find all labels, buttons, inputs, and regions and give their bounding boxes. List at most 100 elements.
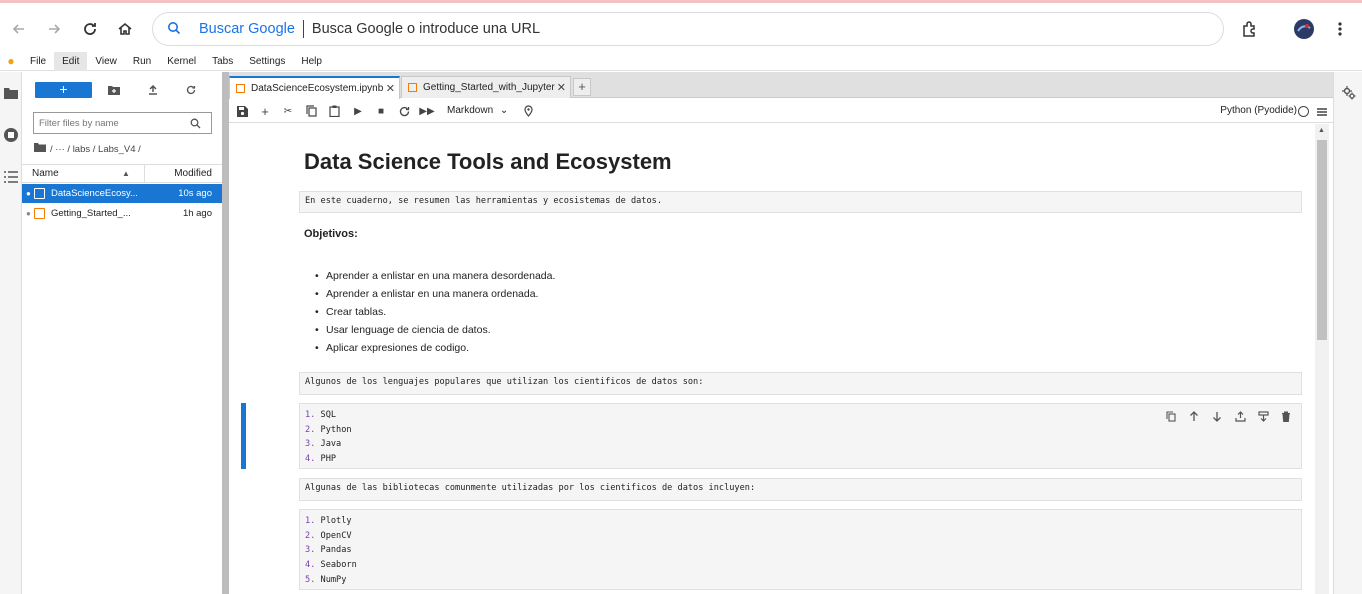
extensions-icon[interactable] (1237, 16, 1263, 42)
jupyter-menubar: ● File Edit View Run Kernel Tabs Setting… (0, 51, 1362, 71)
run-icon[interactable]: ▶ (350, 103, 366, 119)
notebook-icon (236, 84, 245, 93)
address-bar[interactable]: Buscar Google Busca Google o introduce u… (152, 12, 1224, 46)
markdown-cell-languages-intro[interactable]: Algunos de los lenguajes populares que u… (299, 372, 1302, 395)
restart-icon[interactable] (396, 103, 412, 119)
menu-edit[interactable]: Edit (54, 51, 88, 71)
running-kernels-icon[interactable] (2, 126, 20, 144)
delete-cell-icon[interactable] (1278, 408, 1294, 424)
list-item: Crear tablas. (315, 306, 555, 324)
folder-icon[interactable] (2, 84, 20, 102)
scroll-up-icon[interactable]: ▲ (1318, 127, 1325, 134)
menu-tabs[interactable]: Tabs (204, 52, 241, 71)
file-name: Getting_Started_... (51, 208, 131, 219)
cell-type-value: Markdown (447, 105, 494, 116)
filter-files-field[interactable] (33, 112, 212, 134)
menu-kernel[interactable]: Kernel (159, 52, 204, 71)
close-icon[interactable]: ✕ (554, 81, 566, 94)
main-dock-area: DataScienceEcosystem.ipynb ✕ Getting_Sta… (229, 72, 1333, 594)
paste-icon[interactable] (326, 103, 342, 119)
search-icon (190, 117, 201, 132)
document-tabbar: DataScienceEcosystem.ipynb ✕ Getting_Sta… (229, 72, 1333, 99)
upload-icon[interactable] (145, 82, 161, 98)
notebook-icon (34, 208, 45, 219)
right-sidebar (1333, 72, 1362, 594)
cell-toolbar (1163, 408, 1294, 424)
column-name-header[interactable]: Name (32, 168, 59, 179)
duplicate-cell-icon[interactable] (1163, 408, 1179, 424)
menu-icon[interactable] (1317, 105, 1327, 116)
filter-files-input[interactable] (39, 117, 189, 129)
chevron-down-icon: ⌄ (499, 105, 509, 116)
panel-splitter[interactable] (222, 72, 229, 594)
menu-run[interactable]: Run (125, 52, 159, 71)
refresh-icon[interactable] (183, 82, 199, 98)
cut-icon[interactable]: ✂ (280, 103, 296, 119)
move-up-icon[interactable] (1186, 408, 1202, 424)
file-row[interactable]: ● DataScienceEcosy... 10s ago (22, 184, 222, 203)
new-folder-icon[interactable] (106, 82, 122, 98)
insert-above-icon[interactable] (1232, 408, 1248, 424)
list-item: Aprender a enlistar en una manera ordena… (315, 288, 555, 306)
column-modified-header[interactable]: Modified (174, 168, 212, 179)
objectives-heading: Objetivos: (304, 228, 358, 240)
forward-icon[interactable] (40, 15, 68, 43)
markdown-cell-languages[interactable]: 1. SQL 2. Python 3. Java 4. PHP (299, 403, 1302, 469)
save-icon[interactable] (234, 103, 250, 119)
tab-getting-started[interactable]: Getting_Started_with_Jupyter ✕ (401, 76, 571, 98)
list-item: 4. Seaborn (305, 560, 357, 571)
stop-icon[interactable]: ■ (373, 103, 389, 119)
scroll-thumb[interactable] (1317, 140, 1327, 340)
toc-icon[interactable] (2, 168, 20, 186)
omnibox-placeholder: Busca Google o introduce una URL (311, 21, 541, 37)
tab-datascienceecosystem[interactable]: DataScienceEcosystem.ipynb ✕ (229, 76, 400, 99)
back-icon[interactable] (5, 15, 33, 43)
markdown-cell-libraries[interactable]: 1. Plotly 2. OpenCV 3. Pandas 4. Seaborn… (299, 509, 1302, 590)
file-browser-panel: + / ··· / labs / Labs_V4 / Name ▲ Modifi… (22, 72, 222, 594)
folder-icon[interactable] (34, 143, 46, 155)
active-cell-indicator (241, 403, 246, 469)
tab-label: Getting_Started_with_Jupyter (423, 82, 555, 93)
file-row[interactable]: ● Getting_Started_... 1h ago (22, 204, 222, 223)
list-item: 3. Pandas (305, 545, 352, 556)
intro-text: En este cuaderno, se resumen las herrami… (305, 196, 662, 206)
notebook-body: Data Science Tools and Ecosystem En este… (229, 124, 1333, 594)
markdown-cell-intro[interactable]: En este cuaderno, se resumen las herrami… (299, 191, 1302, 213)
property-inspector-icon[interactable] (1342, 86, 1356, 103)
file-list-header: Name ▲ Modified (22, 164, 222, 183)
reload-icon[interactable] (76, 15, 104, 43)
close-icon[interactable]: ✕ (386, 82, 395, 95)
bug-debugger-icon[interactable] (520, 103, 536, 119)
list-item: 2. Python (305, 424, 352, 435)
notebook-scrollbar[interactable]: ▲ (1315, 124, 1329, 594)
file-modified: 1h ago (182, 208, 212, 219)
cell-type-select[interactable]: Markdown ⌄ (447, 103, 508, 119)
running-dot-icon: ● (26, 189, 31, 198)
column-divider (144, 165, 145, 183)
run-all-icon[interactable]: ▶▶ (419, 103, 435, 119)
menu-settings[interactable]: Settings (241, 52, 293, 71)
add-tab-button[interactable]: + (573, 78, 591, 96)
notebook-toolbar: + ✂ ▶ ■ ▶▶ Markdown ⌄ Python (Pyodide) (229, 99, 1333, 123)
file-browser-toolbar: + (22, 78, 222, 102)
kernel-name[interactable]: Python (Pyodide) (1220, 103, 1297, 119)
file-modified: 10s ago (178, 188, 212, 199)
copy-icon[interactable] (303, 103, 319, 119)
insert-below-icon[interactable] (1255, 408, 1271, 424)
add-cell-icon[interactable]: + (257, 103, 273, 119)
notebook-title: Data Science Tools and Ecosystem (304, 149, 672, 174)
new-launcher-button[interactable]: + (35, 82, 92, 98)
markdown-cell-libraries-intro[interactable]: Algunas de las bibliotecas comunmente ut… (299, 478, 1302, 501)
menu-help[interactable]: Help (293, 52, 330, 71)
profile-avatar[interactable] (1291, 16, 1317, 42)
list-item: 3. Java (305, 439, 342, 450)
list-item: 2. OpenCV (305, 530, 352, 541)
more-vert-icon[interactable] (1327, 16, 1353, 42)
move-down-icon[interactable] (1209, 408, 1225, 424)
home-icon[interactable] (111, 15, 139, 43)
menu-file[interactable]: File (22, 52, 54, 71)
objectives-list: Aprender a enlistar en una manera desord… (315, 270, 555, 360)
kernel-status-icon (1298, 106, 1309, 117)
breadcrumb-path[interactable]: / ··· / labs / Labs_V4 / (50, 144, 141, 155)
menu-view[interactable]: View (87, 52, 125, 71)
